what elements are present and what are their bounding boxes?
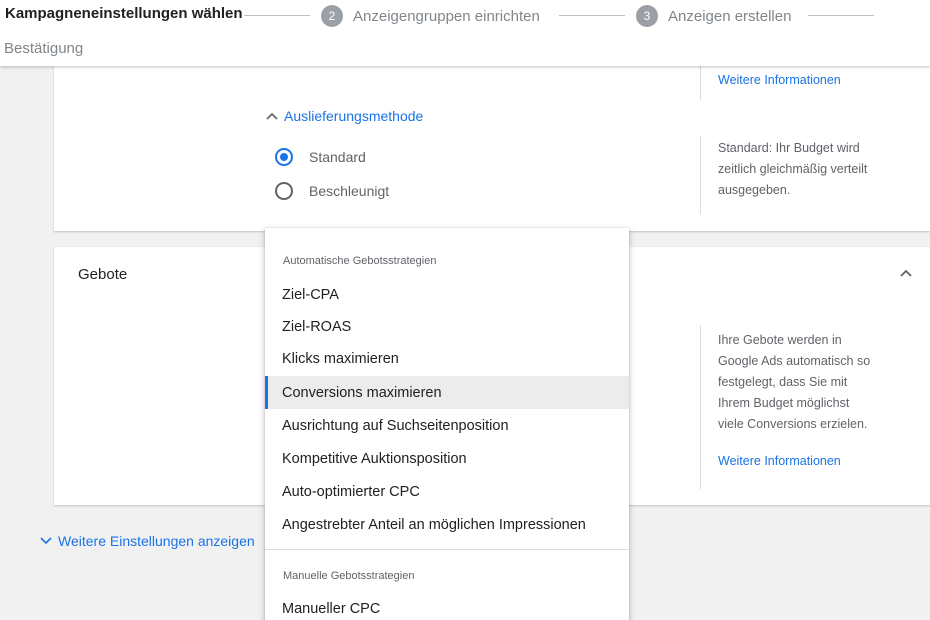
menu-item-target-roas[interactable]: Ziel-ROAS: [265, 310, 629, 343]
delivery-help: Standard: Ihr Budget wird zeitlich gleic…: [718, 138, 867, 201]
bids-help-line: festgelegt, dass Sie mit: [718, 375, 848, 389]
step-2-label: Anzeigengruppen einrichten: [353, 7, 540, 25]
step-3: 3 Anzeigen erstellen: [636, 5, 791, 27]
help-divider: [700, 60, 701, 100]
step-connector: [559, 15, 625, 16]
menu-group-manual: Manuelle Gebotsstrategien: [283, 570, 415, 582]
bids-more-info-link[interactable]: Weitere Informationen: [718, 454, 841, 468]
step-4-label: Bestätigung: [4, 40, 84, 57]
step-1-label: Kampagneneinstellungen wählen: [5, 5, 243, 22]
step-connector: [808, 15, 874, 16]
menu-item-enhanced-cpc[interactable]: Auto-optimierter CPC: [265, 475, 629, 508]
bids-help-line: Ihre Gebote werden in: [718, 333, 842, 347]
chevron-up-icon[interactable]: [896, 263, 916, 283]
bids-title: Gebote: [78, 266, 128, 283]
step-2: 2 Anzeigengruppen einrichten: [321, 5, 540, 27]
step-1: Kampagneneinstellungen wählen: [5, 5, 243, 22]
radio-standard-label: Standard: [309, 149, 366, 165]
campaign-stepper: Kampagneneinstellungen wählen 2 Anzeigen…: [0, 0, 930, 66]
step-3-label: Anzeigen erstellen: [668, 7, 792, 25]
menu-item-impression-share[interactable]: Angestrebter Anteil an möglichen Impress…: [265, 508, 629, 541]
delivery-help-line: Standard: Ihr Budget wird: [718, 141, 860, 155]
delivery-help-line: zeitlich gleichmäßig verteilt: [718, 162, 868, 176]
help-divider: [700, 325, 701, 489]
chevron-down-icon: [40, 537, 52, 545]
bids-help: Ihre Gebote werden in Google Ads automat…: [718, 330, 870, 472]
radio-standard-row[interactable]: Standard: [275, 148, 366, 166]
menu-item-outranking-share[interactable]: Kompetitive Auktionsposition: [265, 442, 629, 475]
radio-accelerated-label: Beschleunigt: [309, 183, 390, 199]
radio-accelerated-row[interactable]: Beschleunigt: [275, 182, 389, 200]
help-divider: [700, 136, 701, 214]
step-2-number: 2: [321, 5, 343, 27]
budget-more-info-link[interactable]: Weitere Informationen: [718, 73, 841, 87]
delivery-method-toggle[interactable]: Auslieferungsmethode: [266, 108, 423, 124]
radio-accelerated[interactable]: [275, 182, 293, 200]
menu-item-target-cpa[interactable]: Ziel-CPA: [265, 278, 629, 311]
more-settings-label: Weitere Einstellungen anzeigen: [58, 533, 255, 549]
budget-help: Weitere Informationen: [718, 70, 841, 91]
chevron-up-icon: [266, 112, 278, 120]
more-settings-toggle[interactable]: Weitere Einstellungen anzeigen: [40, 533, 255, 549]
radio-standard[interactable]: [275, 148, 293, 166]
bids-help-line: Ihrem Budget möglichst: [718, 396, 850, 410]
menu-item-maximize-clicks[interactable]: Klicks maximieren: [265, 342, 629, 375]
delivery-method-label: Auslieferungsmethode: [284, 108, 424, 124]
menu-item-maximize-conversions[interactable]: Conversions maximieren: [265, 376, 629, 409]
bid-strategy-menu: Automatische Gebotsstrategien Ziel-CPA Z…: [265, 228, 629, 620]
bids-help-line: Google Ads automatisch so: [718, 354, 871, 368]
menu-item-search-page-location[interactable]: Ausrichtung auf Suchseitenposition: [265, 409, 629, 442]
menu-group-auto: Automatische Gebotsstrategien: [283, 255, 437, 267]
budget-card: Weitere Informationen Auslieferungsmetho…: [54, 60, 930, 231]
menu-divider: [265, 549, 629, 550]
step-3-number: 3: [636, 5, 658, 27]
delivery-help-line: ausgegeben.: [718, 183, 791, 197]
bids-help-line: viele Conversions erzielen.: [718, 417, 868, 431]
menu-item-manual-cpc[interactable]: Manueller CPC: [265, 592, 629, 620]
step-connector: [244, 15, 310, 16]
